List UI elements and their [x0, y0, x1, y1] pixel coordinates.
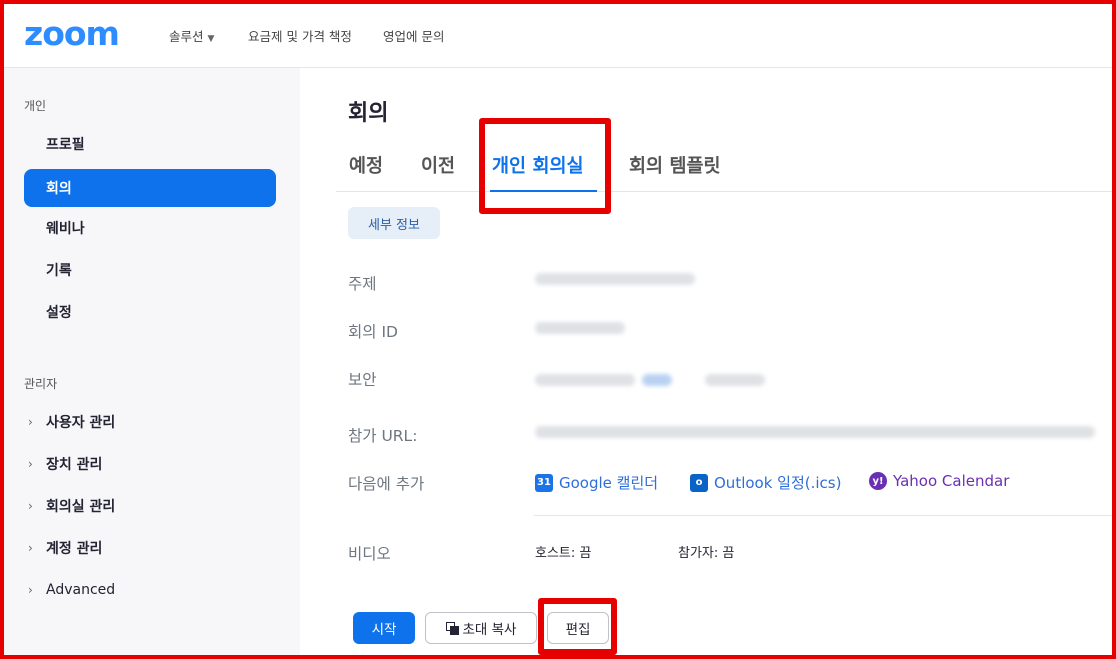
edit-button[interactable]: 편집: [547, 612, 609, 644]
start-button[interactable]: 시작: [353, 612, 415, 644]
chevron-right-icon: ›: [28, 583, 33, 597]
add-to-calendar-label: 다음에 추가: [348, 475, 425, 493]
sidebar-item-label: 장치 관리: [46, 457, 103, 473]
tab-meeting-templates[interactable]: 회의 템플릿: [629, 152, 721, 178]
outlook-calendar-label: Outlook 일정(.ics): [714, 474, 842, 492]
chevron-right-icon: ›: [28, 499, 33, 513]
security-label: 보안: [348, 371, 377, 389]
zoom-logo[interactable]: zoom: [24, 14, 120, 53]
show-passcode-link-redacted: [642, 374, 672, 386]
sidebar-item-advanced[interactable]: › Advanced: [24, 571, 276, 609]
join-url-label: 참가 URL:: [348, 427, 418, 445]
sidebar-item-profile[interactable]: 프로필: [24, 125, 276, 163]
google-calendar-icon: 31: [535, 473, 553, 492]
sidebar-item-label: Advanced: [46, 582, 116, 598]
nav-solutions-label: 솔루션: [169, 29, 204, 44]
copy-invitation-label: 초대 복사: [462, 622, 517, 638]
meeting-id-label: 회의 ID: [348, 323, 398, 341]
sidebar-section-admin: 관리자: [24, 377, 58, 391]
google-calendar-link[interactable]: 31 Google 캘린더: [535, 472, 658, 493]
nav-solutions[interactable]: 솔루션 ▼: [169, 26, 214, 45]
topic-label: 주제: [348, 275, 377, 293]
sidebar-section-personal: 개인: [24, 99, 47, 113]
google-calendar-label: Google 캘린더: [559, 474, 659, 492]
passcode-value-redacted: [535, 374, 635, 386]
sidebar-item-label: 사용자 관리: [46, 415, 116, 431]
video-host-value: 호스트: 끔: [535, 546, 592, 561]
tab-previous[interactable]: 이전: [421, 152, 455, 178]
sidebar-item-user-management[interactable]: › 사용자 관리: [24, 403, 276, 441]
yahoo-icon: y!: [869, 472, 887, 490]
chevron-right-icon: ›: [28, 415, 33, 429]
page-title: 회의: [348, 101, 389, 126]
sidebar-item-device-management[interactable]: › 장치 관리: [24, 445, 276, 483]
join-url-value-redacted: [535, 426, 1095, 438]
active-tab-indicator: [490, 190, 597, 192]
copy-invitation-button[interactable]: 초대 복사: [425, 612, 537, 644]
topic-value-redacted: [535, 273, 695, 285]
outlook-calendar-link[interactable]: o Outlook 일정(.ics): [690, 472, 841, 493]
meeting-id-value-redacted: [535, 322, 625, 334]
yahoo-calendar-label: Yahoo Calendar: [893, 472, 1010, 490]
sidebar-item-webinars[interactable]: 웨비나: [24, 209, 276, 247]
sidebar-item-label: 회의실 관리: [46, 499, 116, 515]
tabs-divider: [336, 191, 1116, 192]
sidebar: 개인 프로필 회의 웨비나 기록 설정 관리자 › 사용자 관리 › 장치 관리 ›…: [4, 68, 300, 659]
sidebar-item-recordings[interactable]: 기록: [24, 251, 276, 289]
waiting-room-value-redacted: [705, 374, 765, 386]
sidebar-item-meetings[interactable]: 회의: [24, 169, 276, 207]
sidebar-item-settings[interactable]: 설정: [24, 293, 276, 331]
outlook-icon: o: [690, 473, 708, 492]
copy-icon: [445, 621, 459, 635]
video-participant-value: 참가자: 끔: [678, 546, 735, 561]
nav-pricing[interactable]: 요금제 및 가격 책정: [248, 26, 352, 45]
sidebar-item-account-management[interactable]: › 계정 관리: [24, 529, 276, 567]
yahoo-calendar-link[interactable]: y! Yahoo Calendar: [869, 472, 1009, 490]
tab-upcoming[interactable]: 예정: [349, 152, 383, 178]
nav-contact-sales[interactable]: 영업에 문의: [383, 26, 444, 45]
video-label: 비디오: [348, 545, 391, 563]
chevron-right-icon: ›: [28, 541, 33, 555]
top-navigation-bar: zoom 솔루션 ▼ 요금제 및 가격 책정 영업에 문의: [0, 0, 1116, 68]
sidebar-item-label: 계정 관리: [46, 541, 103, 557]
sidebar-item-room-management[interactable]: › 회의실 관리: [24, 487, 276, 525]
section-divider: [534, 515, 1116, 516]
caret-down-icon: ▼: [207, 34, 215, 44]
tab-personal-room[interactable]: 개인 회의실: [492, 152, 584, 178]
details-button[interactable]: 세부 정보: [348, 207, 440, 239]
chevron-right-icon: ›: [28, 457, 33, 471]
